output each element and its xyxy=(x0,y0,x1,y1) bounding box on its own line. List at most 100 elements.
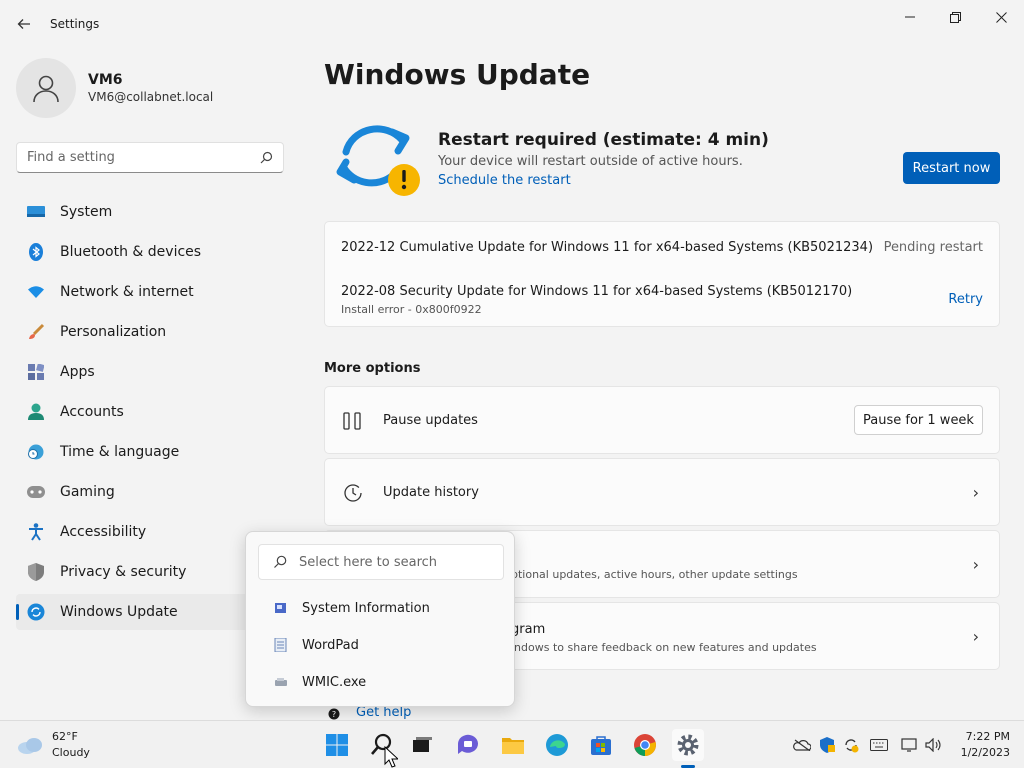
clock-date: 1/2/2023 xyxy=(960,746,1010,759)
apps-icon xyxy=(26,362,46,382)
history-icon xyxy=(343,483,363,503)
security-icon[interactable] xyxy=(818,737,836,753)
store-icon xyxy=(591,736,611,755)
update-status-banner: Restart required (estimate: 4 min) Your … xyxy=(324,120,1000,208)
wordpad-icon xyxy=(274,638,287,652)
update-error-detail: Install error - 0x800f0922 xyxy=(341,303,482,316)
volume-icon[interactable] xyxy=(925,737,943,753)
get-help-link[interactable]: ? Get help xyxy=(324,705,411,720)
option-title: Update history xyxy=(383,485,479,500)
sidebar-item-personalization[interactable]: Personalization xyxy=(16,314,288,350)
sidebar-item-label: Privacy & security xyxy=(60,564,187,580)
keyboard-icon[interactable] xyxy=(870,737,888,753)
update-status-icon[interactable] xyxy=(842,737,860,753)
chrome-icon xyxy=(634,734,656,756)
update-icon xyxy=(26,602,46,622)
help-icon: ? xyxy=(328,708,340,719)
folder-icon xyxy=(502,738,524,754)
sidebar-item-system[interactable]: System xyxy=(16,194,288,230)
sidebar-item-label: Personalization xyxy=(60,324,167,340)
sidebar-item-gaming[interactable]: Gaming xyxy=(16,474,288,510)
settings-taskbar-button[interactable] xyxy=(672,729,704,761)
search-result-item[interactable]: WMIC.exe xyxy=(258,666,504,698)
gamepad-icon xyxy=(26,482,46,502)
option-title: Pause updates xyxy=(383,413,478,428)
sidebar-item-apps[interactable]: Apps xyxy=(16,354,288,390)
chat-icon xyxy=(457,734,478,754)
option-subtitle: indows to share feedback on new features… xyxy=(511,641,817,654)
search-result-item[interactable]: WordPad xyxy=(258,629,504,661)
task-view-button[interactable] xyxy=(406,729,438,761)
flyout-search-input[interactable]: Select here to search xyxy=(258,544,504,580)
weather-widget[interactable]: 62°F Cloudy xyxy=(16,729,90,761)
more-options-heading: More options xyxy=(324,361,421,376)
svg-text:?: ? xyxy=(332,710,336,719)
maximize-button[interactable] xyxy=(932,6,978,28)
pause-updates-card: Pause updates Pause for 1 week xyxy=(324,386,1000,454)
onedrive-icon[interactable] xyxy=(793,737,811,753)
chat-button[interactable] xyxy=(452,729,484,761)
chevron-right-icon: › xyxy=(972,483,979,502)
close-icon xyxy=(995,11,1007,23)
person-icon xyxy=(26,402,46,422)
search-placeholder: Find a setting xyxy=(27,150,115,165)
file-explorer-button[interactable] xyxy=(497,729,529,761)
store-button[interactable] xyxy=(585,729,617,761)
status-title: Restart required (estimate: 4 min) xyxy=(438,130,769,150)
sidebar-item-bluetooth[interactable]: Bluetooth & devices xyxy=(16,234,288,270)
sidebar-item-network[interactable]: Network & internet xyxy=(16,274,288,310)
title-bar: Settings xyxy=(0,0,1024,48)
wmic-icon xyxy=(275,678,287,686)
avatar xyxy=(16,58,76,118)
page-title: Windows Update xyxy=(324,58,591,91)
cloud-icon xyxy=(18,738,42,754)
back-button[interactable] xyxy=(12,12,36,36)
sidebar-item-time-language[interactable]: Time & language xyxy=(16,434,288,470)
sidebar-item-label: Gaming xyxy=(60,484,115,500)
update-warning-icon xyxy=(336,125,420,196)
accessibility-icon xyxy=(26,522,46,542)
sidebar-item-label: Accessibility xyxy=(60,524,147,540)
brush-icon xyxy=(26,322,46,342)
back-arrow-icon xyxy=(17,19,30,29)
pause-for-1-week-button[interactable]: Pause for 1 week xyxy=(854,405,983,435)
sidebar-item-label: Network & internet xyxy=(60,284,194,300)
restart-now-button[interactable]: Restart now xyxy=(903,152,1000,184)
search-result-label: WordPad xyxy=(302,637,359,653)
chevron-right-icon: › xyxy=(972,627,979,646)
search-icon xyxy=(274,555,287,568)
update-item-name: 2022-08 Security Update for Windows 11 f… xyxy=(341,284,853,299)
chrome-button[interactable] xyxy=(629,729,661,761)
update-history-card[interactable]: Update history › xyxy=(324,458,1000,526)
option-subtitle: ptional updates, active hours, other upd… xyxy=(511,568,798,581)
edge-button[interactable] xyxy=(541,729,573,761)
taskbar: 62°F Cloudy 7:22 PM 1/2/2023 xyxy=(0,720,1024,768)
sidebar-item-label: Bluetooth & devices xyxy=(60,244,202,260)
flyout-search-placeholder: Select here to search xyxy=(299,554,438,570)
wifi-icon xyxy=(26,282,46,302)
option-title: gram xyxy=(511,622,546,637)
minimize-button[interactable] xyxy=(887,6,933,28)
restore-icon xyxy=(949,11,961,23)
close-button[interactable] xyxy=(978,6,1024,28)
user-profile[interactable]: VM6 VM6@collabnet.local xyxy=(16,58,213,118)
start-button[interactable] xyxy=(321,729,353,761)
gear-icon xyxy=(677,734,699,756)
person-icon xyxy=(33,75,59,103)
system-clock[interactable]: 7:22 PM 1/2/2023 xyxy=(961,729,1010,761)
shield-icon xyxy=(26,562,46,582)
sidebar-item-accounts[interactable]: Accounts xyxy=(16,394,288,430)
profile-email: VM6@collabnet.local xyxy=(88,90,214,104)
sidebar-item-label: Accounts xyxy=(60,404,124,420)
system-information-icon xyxy=(275,603,286,613)
edge-icon xyxy=(546,734,568,756)
search-result-item[interactable]: System Information xyxy=(258,592,504,624)
sidebar-item-label: Windows Update xyxy=(60,604,178,620)
network-icon[interactable] xyxy=(901,737,919,753)
retry-button[interactable]: Retry xyxy=(948,292,983,307)
settings-search-input[interactable]: Find a setting xyxy=(16,142,284,173)
schedule-restart-link[interactable]: Schedule the restart xyxy=(438,173,769,188)
update-item-name: 2022-12 Cumulative Update for Windows 11… xyxy=(341,240,874,255)
windows-start-icon xyxy=(326,734,348,756)
search-result-label: WMIC.exe xyxy=(302,674,367,690)
